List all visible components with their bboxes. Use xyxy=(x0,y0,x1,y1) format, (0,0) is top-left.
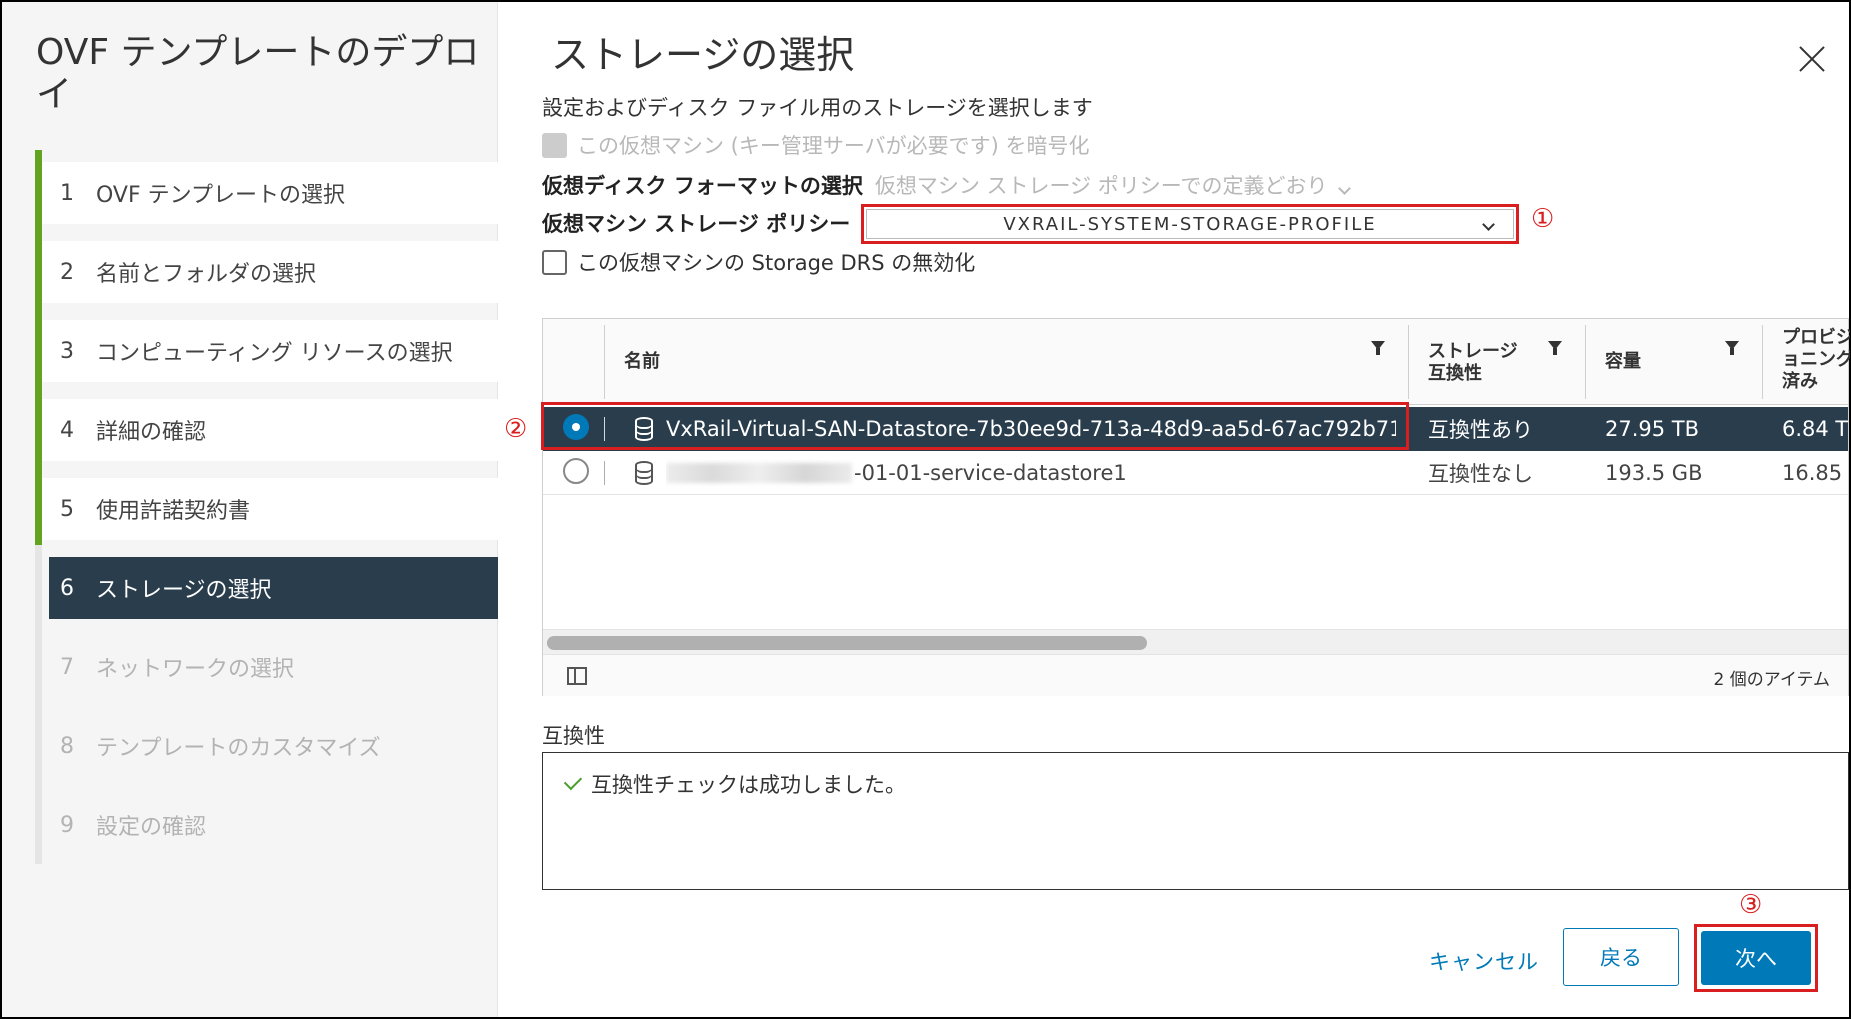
redacted-text xyxy=(666,463,852,483)
column-toggle-icon[interactable] xyxy=(567,667,587,685)
compat-panel: 互換性チェックは成功しました。 xyxy=(542,752,1849,890)
close-icon[interactable] xyxy=(1795,42,1829,76)
col-name[interactable]: 名前 xyxy=(624,351,660,373)
policy-row: 仮想マシン ストレージ ポリシー xyxy=(542,208,850,238)
cell-capacity: 193.5 GB xyxy=(1605,461,1703,485)
wizard-step-label: ネットワークの選択 xyxy=(96,657,295,682)
next-button[interactable]: 次へ xyxy=(1701,931,1811,985)
row-highlight xyxy=(541,402,1409,450)
grid-footer: 2 個のアイテム xyxy=(543,655,1848,696)
wizard-step-label: コンピューティング リソースの選択 xyxy=(96,341,453,366)
main-panel: ストレージの選択 設定およびディスク ファイル用のストレージを選択します この仮… xyxy=(499,2,1850,1017)
cell-compat: 互換性あり xyxy=(1428,418,1533,442)
wizard-nav: OVF テンプレートのデプロイ 1 OVF テンプレートの選択 2 名前とフォルダの… xyxy=(2,2,498,1017)
wizard-title: OVF テンプレートのデプロイ xyxy=(36,32,480,115)
col-provisioned[interactable]: プロビジ ョニング 済み xyxy=(1782,327,1850,393)
table-row[interactable]: -01-01-service-datastore1 互換性なし 193.5 GB… xyxy=(543,451,1850,495)
horizontal-scrollbar[interactable] xyxy=(543,629,1848,655)
col-capacity[interactable]: 容量 xyxy=(1605,351,1641,373)
wizard-step-label: OVF テンプレートの選択 xyxy=(96,183,345,208)
policy-highlight: VXRAIL-SYSTEM-STORAGE-PROFILE xyxy=(861,204,1519,244)
item-count: 2 個のアイテム xyxy=(1713,670,1830,690)
filter-icon[interactable] xyxy=(1548,341,1562,355)
cell-provisioned: 16.85 G xyxy=(1782,461,1850,485)
policy-select[interactable]: VXRAIL-SYSTEM-STORAGE-PROFILE xyxy=(866,209,1514,239)
encrypt-checkbox xyxy=(542,132,567,158)
callout-1: ① xyxy=(1531,204,1555,234)
datastore-grid: 名前 ストレージ 互換性 容量 プロビジ ョニング 済み VxRail-Virtual… xyxy=(542,318,1850,696)
compat-message: 互換性チェックは成功しました。 xyxy=(561,769,906,799)
check-icon xyxy=(563,771,583,791)
wizard-step-8: 8 テンプレートのカスタマイズ xyxy=(42,715,498,777)
wizard-step-6[interactable]: 6 ストレージの選択 xyxy=(49,557,498,619)
sdrs-row: この仮想マシンの Storage DRS の無効化 xyxy=(542,247,975,277)
cancel-button[interactable]: キャンセル xyxy=(1429,946,1539,976)
col-compat[interactable]: ストレージ 互換性 xyxy=(1428,341,1518,385)
page-title: ストレージの選択 xyxy=(551,33,855,77)
wizard-step-label: 設定の確認 xyxy=(96,815,207,840)
wizard-step-2[interactable]: 2 名前とフォルダの選択 xyxy=(42,241,498,303)
policy-label: 仮想マシン ストレージ ポリシー xyxy=(542,212,851,236)
cell-capacity: 27.95 TB xyxy=(1605,417,1700,441)
scrollbar-thumb[interactable] xyxy=(547,636,1147,650)
next-highlight: 次へ xyxy=(1694,924,1818,992)
sdrs-checkbox[interactable] xyxy=(542,249,567,275)
disk-format-row: 仮想ディスク フォーマットの選択 仮想マシン ストレージ ポリシーでの定義どおり xyxy=(542,170,1357,200)
filter-icon[interactable] xyxy=(1725,341,1739,355)
wizard-step-label: テンプレートのカスタマイズ xyxy=(96,736,381,761)
encrypt-row: この仮想マシン (キー管理サーバが必要です) を暗号化 xyxy=(542,130,1090,160)
callout-3: ③ xyxy=(1739,890,1763,920)
wizard-step-1[interactable]: 1 OVF テンプレートの選択 xyxy=(42,162,498,224)
chevron-down-icon xyxy=(1337,182,1351,195)
grid-header: 名前 ストレージ 互換性 容量 プロビジ ョニング 済み xyxy=(543,319,1850,405)
cell-provisioned: 6.84 T xyxy=(1782,417,1849,441)
wizard-step-7: 7 ネットワークの選択 xyxy=(42,636,498,698)
filter-icon[interactable] xyxy=(1371,341,1385,355)
cell-name: -01-01-service-datastore1 xyxy=(666,451,1396,495)
back-button[interactable]: 戻る xyxy=(1563,928,1679,986)
sdrs-label: この仮想マシンの Storage DRS の無効化 xyxy=(577,251,976,275)
disk-format-select: 仮想マシン ストレージ ポリシーでの定義どおり xyxy=(875,170,1357,200)
cell-compat: 互換性なし xyxy=(1428,462,1533,486)
wizard-step-label: 使用許諾契約書 xyxy=(96,499,251,524)
callout-2: ② xyxy=(504,414,528,444)
wizard-step-label: ストレージの選択 xyxy=(96,578,272,603)
wizard-progress-track xyxy=(35,150,42,864)
wizard-step-5[interactable]: 5 使用許諾契約書 xyxy=(42,478,498,540)
encrypt-label: この仮想マシン (キー管理サーバが必要です) を暗号化 xyxy=(577,134,1090,158)
disk-format-label: 仮想ディスク フォーマットの選択 xyxy=(542,174,863,198)
chevron-down-icon xyxy=(1482,218,1495,231)
wizard-step-4[interactable]: 4 詳細の確認 xyxy=(42,399,498,461)
datastore-icon xyxy=(635,461,653,485)
row-radio[interactable] xyxy=(563,458,589,484)
wizard-step-label: 詳細の確認 xyxy=(96,420,207,445)
wizard-step-3[interactable]: 3 コンピューティング リソースの選択 xyxy=(42,320,498,382)
wizard-progress-done xyxy=(35,150,42,545)
compat-label: 互換性 xyxy=(542,724,605,748)
wizard-steps: 1 OVF テンプレートの選択 2 名前とフォルダの選択 3 コンピューティング リソ… xyxy=(42,162,498,873)
wizard-step-label: 名前とフォルダの選択 xyxy=(96,262,317,287)
page-subtitle: 設定およびディスク ファイル用のストレージを選択します xyxy=(542,96,1093,120)
wizard-step-9: 9 設定の確認 xyxy=(42,794,498,856)
